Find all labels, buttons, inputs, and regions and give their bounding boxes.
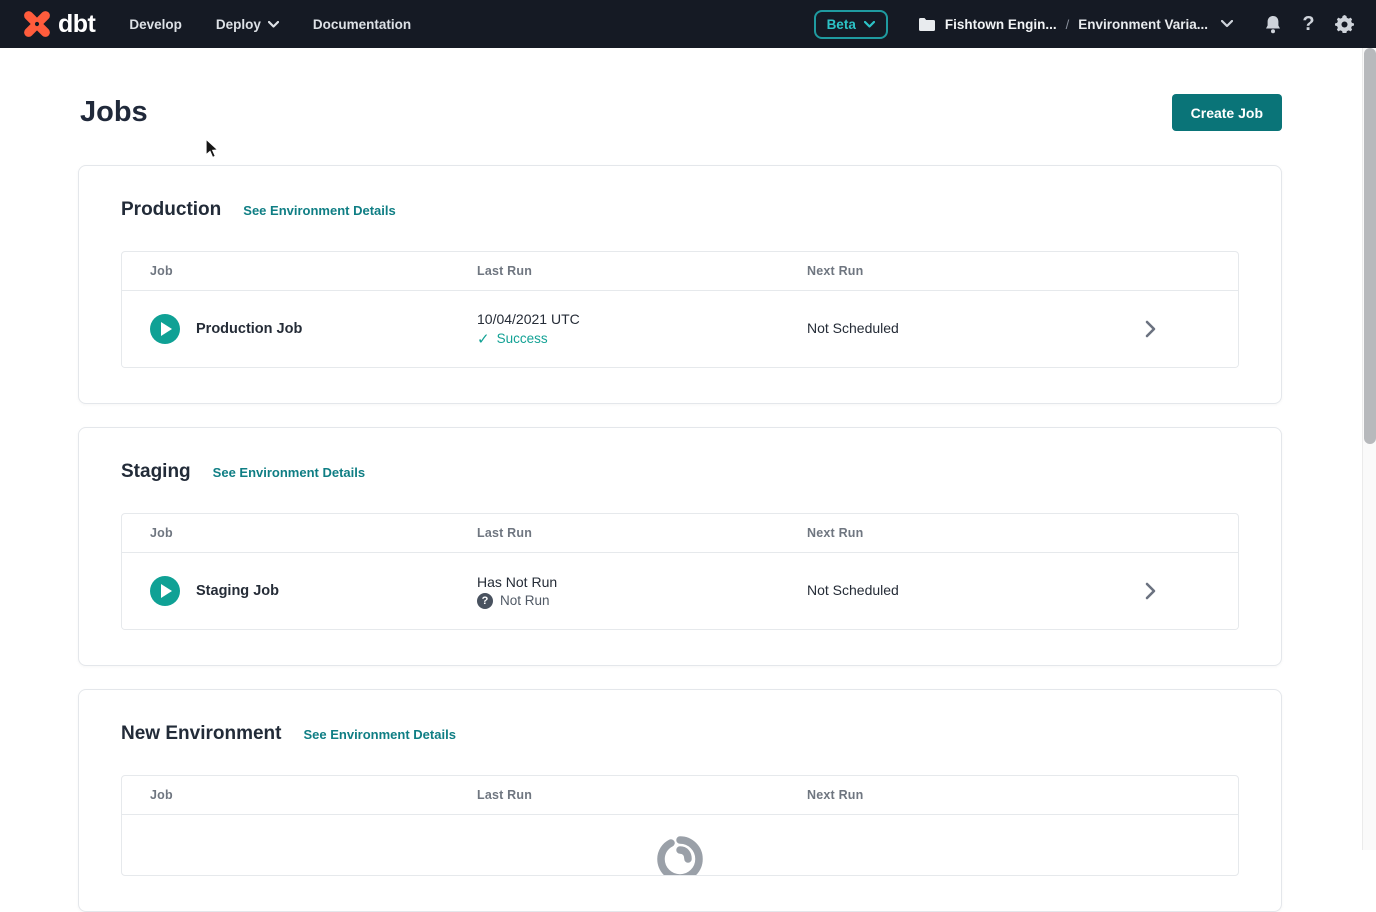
play-icon: [161, 584, 172, 598]
breadcrumb-project[interactable]: Fishtown Engin...: [945, 17, 1057, 32]
column-header-job: Job: [122, 526, 477, 540]
dbt-logo-icon: [22, 9, 52, 39]
nav-item-develop[interactable]: Develop: [129, 17, 182, 32]
settings-gear-icon[interactable]: [1335, 15, 1354, 34]
question-circle-icon: ?: [477, 593, 493, 609]
column-header-last-run: Last Run: [477, 526, 807, 540]
column-header-next-run: Next Run: [807, 264, 1117, 278]
page-header: Jobs Create Job: [80, 94, 1282, 131]
vertical-scrollbar-thumb[interactable]: [1364, 48, 1376, 444]
environment-card-header: Production See Environment Details: [121, 199, 1239, 221]
vertical-scrollbar-track[interactable]: [1362, 48, 1376, 850]
last-run-status: Success: [497, 331, 548, 346]
nav-item-label: Documentation: [313, 17, 411, 32]
environment-name: New Environment: [121, 723, 281, 745]
dbt-logo[interactable]: dbt: [22, 9, 95, 39]
page-title: Jobs: [80, 96, 148, 129]
environment-card-header: Staging See Environment Details: [121, 461, 1239, 483]
last-run-date: 10/04/2021 UTC: [477, 311, 807, 327]
check-icon: ✓: [477, 330, 490, 348]
chevron-down-icon[interactable]: [1221, 20, 1233, 28]
column-header-last-run: Last Run: [477, 788, 807, 802]
nav-item-label: Develop: [129, 17, 182, 32]
column-header-job: Job: [122, 788, 477, 802]
see-environment-details-link[interactable]: See Environment Details: [303, 727, 455, 742]
jobs-table-header: Job Last Run Next Run: [122, 514, 1238, 553]
environment-card-header: New Environment See Environment Details: [121, 723, 1239, 745]
chevron-right-icon[interactable]: [1145, 582, 1156, 600]
chevron-down-icon: [268, 21, 279, 28]
nav-icon-group: ?: [1263, 15, 1354, 34]
next-run-value: Not Scheduled: [807, 320, 899, 336]
nav-menu: Develop Deploy Documentation: [129, 17, 411, 32]
jobs-table-header: Job Last Run Next Run: [122, 252, 1238, 291]
column-header-next-run: Next Run: [807, 788, 1117, 802]
run-job-play-button[interactable]: [150, 314, 180, 344]
see-environment-details-link[interactable]: See Environment Details: [213, 465, 365, 480]
nav-item-deploy[interactable]: Deploy: [216, 17, 279, 32]
see-environment-details-link[interactable]: See Environment Details: [243, 203, 395, 218]
chevron-right-icon[interactable]: [1145, 320, 1156, 338]
breadcrumb-page[interactable]: Environment Varia...: [1078, 17, 1208, 32]
job-row[interactable]: Staging Job Has Not Run ? Not Run Not Sc…: [122, 553, 1238, 629]
top-nav: dbt Develop Deploy Documentation Beta Fi…: [0, 0, 1376, 48]
play-icon: [161, 322, 172, 336]
jobs-table: Job Last Run Next Run Staging Job Has No…: [121, 513, 1239, 630]
job-name[interactable]: Production Job: [196, 321, 302, 337]
create-job-button[interactable]: Create Job: [1172, 94, 1282, 131]
environment-name: Staging: [121, 461, 191, 483]
empty-state-icon: [657, 836, 703, 875]
next-run-value: Not Scheduled: [807, 582, 899, 598]
nav-item-label: Deploy: [216, 17, 261, 32]
chevron-down-icon: [864, 21, 875, 28]
main-content: Jobs Create Job Production See Environme…: [0, 48, 1362, 850]
last-run-status: Not Run: [500, 593, 550, 608]
breadcrumb: Fishtown Engin... / Environment Varia...: [918, 17, 1233, 32]
nav-right: Beta Fishtown Engin... / Environment Var…: [814, 10, 1354, 39]
run-job-play-button[interactable]: [150, 576, 180, 606]
nav-item-documentation[interactable]: Documentation: [313, 17, 411, 32]
beta-label: Beta: [827, 17, 856, 32]
environment-card-production: Production See Environment Details Job L…: [78, 165, 1282, 404]
beta-dropdown[interactable]: Beta: [814, 10, 888, 39]
jobs-table: Job Last Run Next Run: [121, 775, 1239, 876]
jobs-table: Job Last Run Next Run Production Job 10/…: [121, 251, 1239, 368]
column-header-job: Job: [122, 264, 477, 278]
job-row[interactable]: Production Job 10/04/2021 UTC ✓ Success …: [122, 291, 1238, 367]
help-icon[interactable]: ?: [1299, 15, 1318, 34]
environment-card-staging: Staging See Environment Details Job Last…: [78, 427, 1282, 666]
help-icon-glyph: ?: [1302, 14, 1314, 34]
environment-name: Production: [121, 199, 221, 221]
column-header-last-run: Last Run: [477, 264, 807, 278]
dbt-logo-text: dbt: [58, 10, 95, 39]
jobs-table-header: Job Last Run Next Run: [122, 776, 1238, 815]
last-run-date: Has Not Run: [477, 574, 807, 590]
breadcrumb-separator: /: [1066, 17, 1070, 32]
folder-icon: [918, 17, 936, 32]
job-name[interactable]: Staging Job: [196, 583, 279, 599]
empty-jobs-area: [122, 815, 1238, 875]
environment-card-new-environment: New Environment See Environment Details …: [78, 689, 1282, 912]
column-header-next-run: Next Run: [807, 526, 1117, 540]
notifications-bell-icon[interactable]: [1263, 15, 1282, 34]
